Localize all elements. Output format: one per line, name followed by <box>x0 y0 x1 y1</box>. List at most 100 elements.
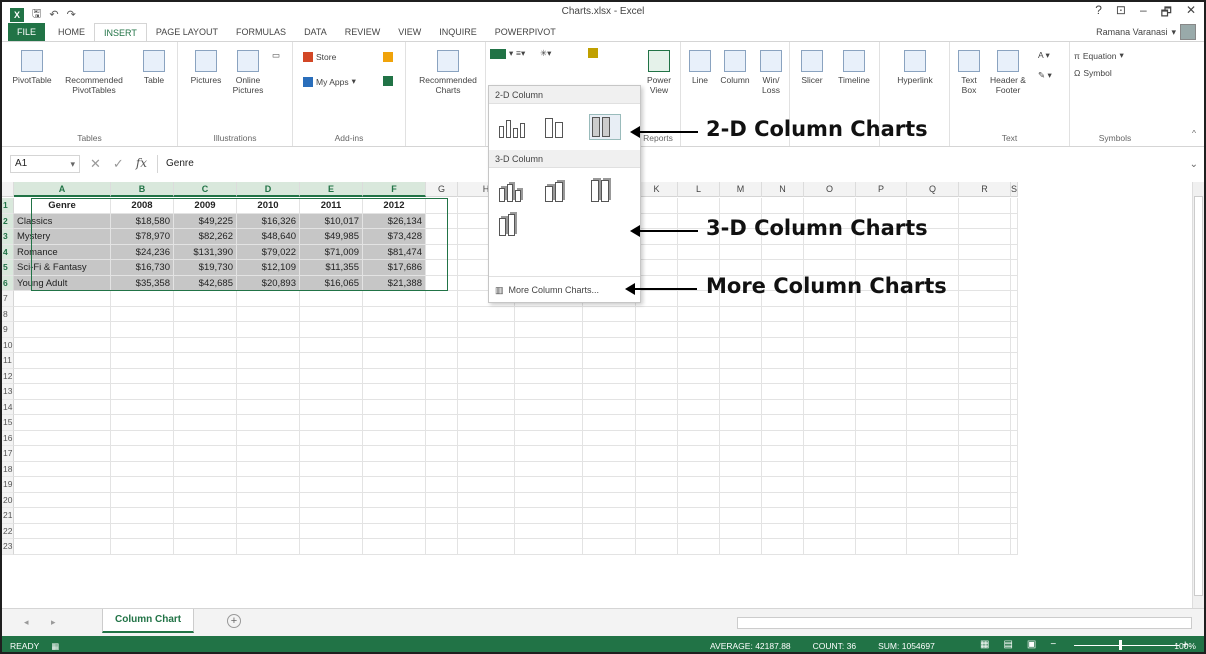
cell[interactable] <box>959 322 1011 338</box>
cell[interactable] <box>636 461 678 477</box>
cell[interactable] <box>1011 353 1018 369</box>
cell[interactable] <box>907 244 959 260</box>
row-header[interactable]: 21 <box>2 508 14 524</box>
table-button[interactable]: Table <box>136 50 172 85</box>
cell[interactable] <box>237 430 300 446</box>
pictures-button[interactable]: Pictures <box>186 50 226 85</box>
cell[interactable] <box>111 306 174 322</box>
cell[interactable] <box>1011 306 1018 322</box>
cell[interactable] <box>1011 508 1018 524</box>
cell[interactable]: $73,428 <box>363 229 426 245</box>
column-header[interactable]: F <box>363 182 426 197</box>
zoom-slider[interactable] <box>1074 640 1179 650</box>
cell[interactable] <box>907 477 959 493</box>
cell[interactable] <box>111 322 174 338</box>
tab-file[interactable]: FILE <box>8 23 46 42</box>
cell[interactable] <box>1011 477 1018 493</box>
cell[interactable] <box>907 523 959 539</box>
cell[interactable]: 2011 <box>300 198 363 214</box>
slicer-button[interactable]: Slicer <box>794 50 830 85</box>
cell[interactable] <box>458 353 515 369</box>
sparkline-column-button[interactable]: Column <box>717 50 753 85</box>
cell[interactable] <box>959 291 1011 307</box>
3d-100-stacked-column-option[interactable] <box>589 178 621 204</box>
cell[interactable] <box>907 508 959 524</box>
cell[interactable] <box>804 322 856 338</box>
pivottable-button[interactable]: PivotTable <box>10 50 54 85</box>
cell[interactable]: $18,580 <box>111 213 174 229</box>
column-chart-button[interactable]: ▾ <box>490 48 513 59</box>
row-header[interactable]: 5 <box>2 260 14 276</box>
cell[interactable] <box>426 322 458 338</box>
cell[interactable] <box>678 461 720 477</box>
cell[interactable] <box>720 539 762 555</box>
cell[interactable] <box>426 291 458 307</box>
cell[interactable] <box>583 353 636 369</box>
column-header[interactable]: N <box>762 182 804 197</box>
row-header[interactable]: 2 <box>2 213 14 229</box>
cell[interactable] <box>636 477 678 493</box>
row-header[interactable]: 22 <box>2 523 14 539</box>
cell[interactable] <box>1011 260 1018 276</box>
tab-inquire[interactable]: INQUIRE <box>430 23 486 42</box>
cell[interactable] <box>174 337 237 353</box>
cell[interactable] <box>762 306 804 322</box>
cell[interactable]: $10,017 <box>300 213 363 229</box>
tab-powerpivot[interactable]: POWERPIVOT <box>486 23 565 42</box>
online-pictures-button[interactable]: Online Pictures <box>228 50 268 95</box>
cell[interactable] <box>515 399 583 415</box>
cell[interactable] <box>678 353 720 369</box>
cell[interactable] <box>636 198 678 214</box>
line-chart-button[interactable]: ≡▾ <box>516 48 525 59</box>
cell[interactable] <box>426 213 458 229</box>
hyperlink-button[interactable]: Hyperlink <box>886 50 944 85</box>
column-header[interactable]: A <box>14 182 111 197</box>
cell[interactable]: Sci-Fi & Fantasy <box>14 260 111 276</box>
cell[interactable]: 2009 <box>174 198 237 214</box>
signature-icon[interactable]: ✎ ▾ <box>1038 70 1052 81</box>
enter-icon[interactable]: ✓ <box>113 156 124 172</box>
cell[interactable] <box>237 461 300 477</box>
cell[interactable] <box>14 337 111 353</box>
cell[interactable] <box>14 291 111 307</box>
cell[interactable] <box>583 430 636 446</box>
cell[interactable] <box>1011 322 1018 338</box>
row-header[interactable]: 23 <box>2 539 14 555</box>
cell[interactable] <box>762 368 804 384</box>
cell[interactable] <box>678 446 720 462</box>
cell[interactable] <box>720 492 762 508</box>
cell[interactable] <box>14 492 111 508</box>
cell[interactable] <box>856 508 907 524</box>
macro-record-icon[interactable]: ▦ <box>51 641 59 652</box>
cell[interactable] <box>14 306 111 322</box>
cell[interactable] <box>174 384 237 400</box>
cell[interactable] <box>636 430 678 446</box>
store-button[interactable]: Store <box>303 52 336 62</box>
cell[interactable] <box>959 198 1011 214</box>
cell[interactable] <box>300 291 363 307</box>
cell[interactable] <box>856 492 907 508</box>
stacked-column-option[interactable] <box>543 114 575 140</box>
cell[interactable] <box>907 368 959 384</box>
cell[interactable] <box>515 415 583 431</box>
cell[interactable] <box>363 477 426 493</box>
cell[interactable] <box>856 430 907 446</box>
cell[interactable] <box>174 477 237 493</box>
cell[interactable] <box>174 291 237 307</box>
tab-formulas[interactable]: FORMULAS <box>227 23 295 42</box>
recommended-charts-button[interactable]: Recommended Charts <box>412 50 484 95</box>
symbol-button[interactable]: Ω Symbol <box>1074 68 1112 78</box>
tab-home[interactable]: HOME <box>49 23 94 42</box>
cell[interactable] <box>515 368 583 384</box>
cell[interactable] <box>14 539 111 555</box>
cell[interactable] <box>804 508 856 524</box>
cell[interactable] <box>174 492 237 508</box>
cell[interactable] <box>174 446 237 462</box>
cell[interactable] <box>959 492 1011 508</box>
cell[interactable] <box>14 353 111 369</box>
cell[interactable] <box>1011 337 1018 353</box>
column-header[interactable]: C <box>174 182 237 197</box>
cell[interactable]: 2010 <box>237 198 300 214</box>
cell[interactable] <box>300 368 363 384</box>
cell[interactable] <box>720 446 762 462</box>
